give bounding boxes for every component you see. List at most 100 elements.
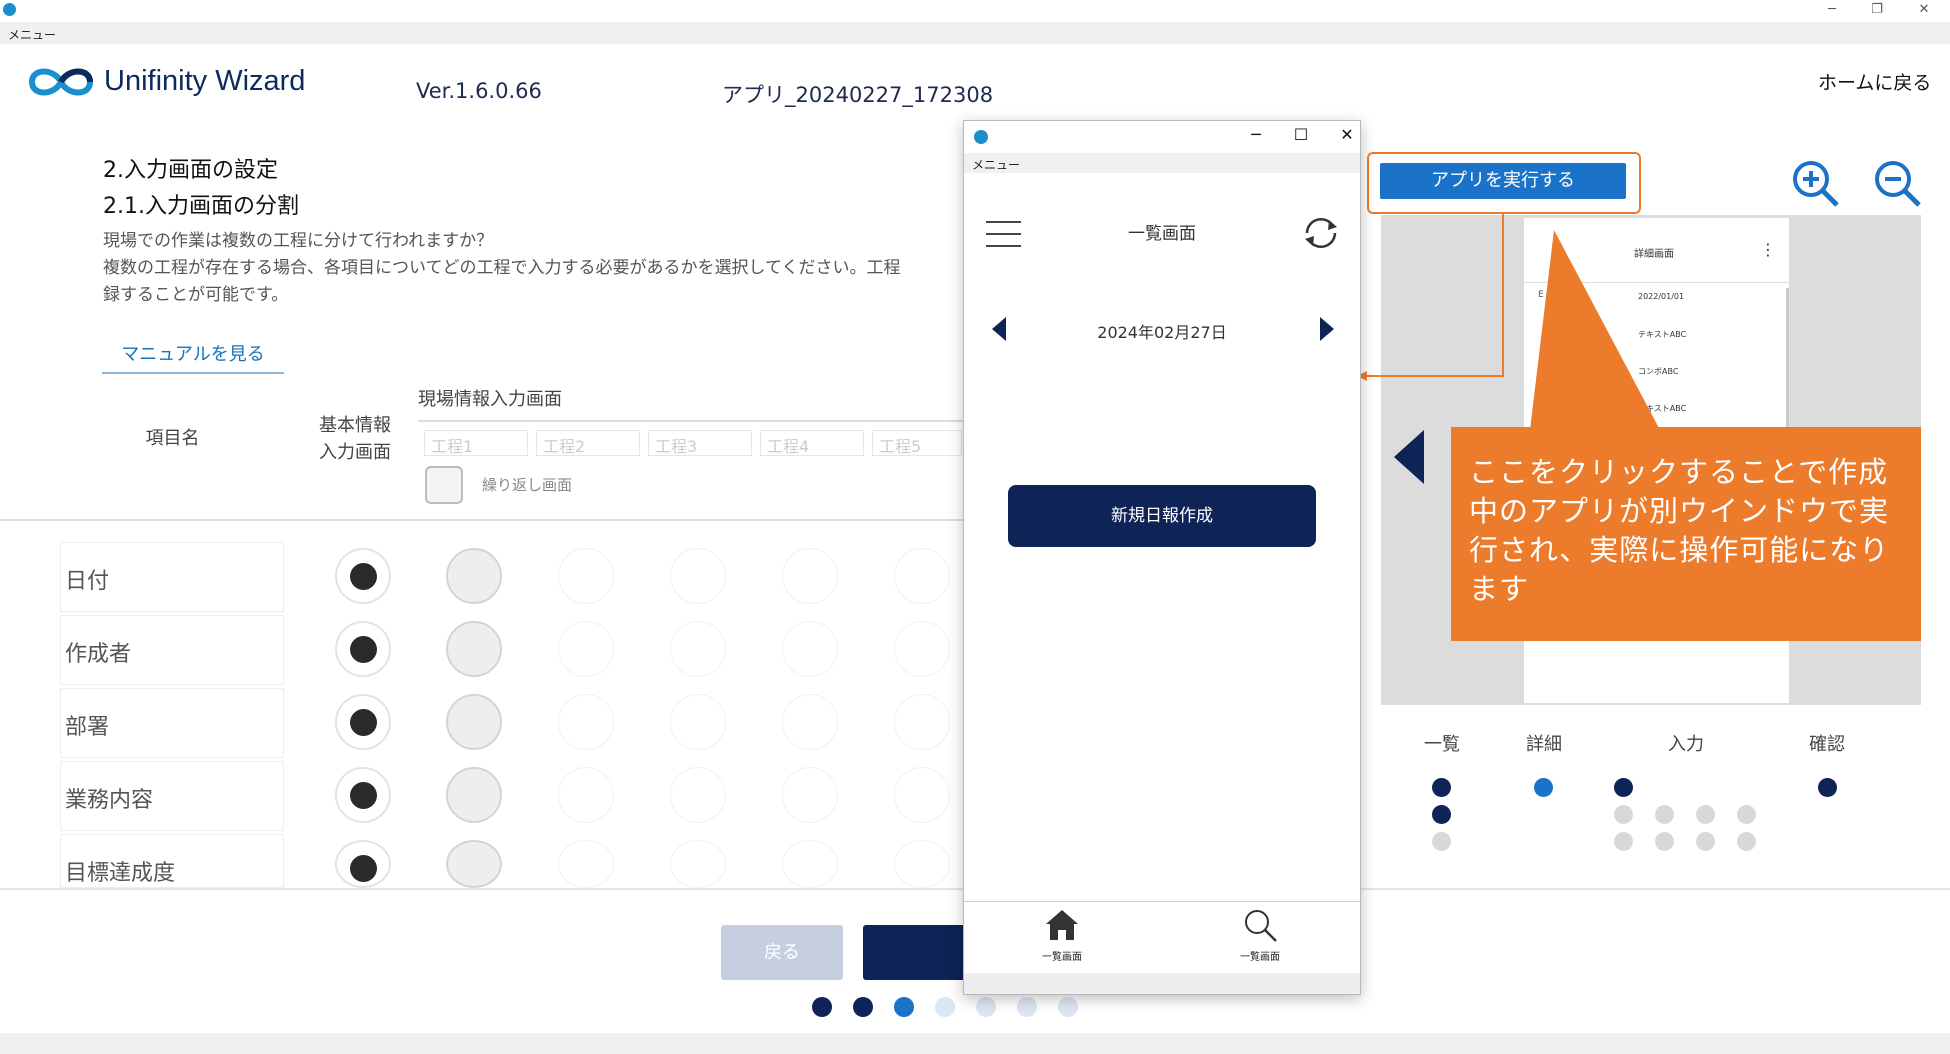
step-field[interactable]: 工程4: [760, 430, 864, 456]
refresh-icon[interactable]: [1299, 213, 1343, 253]
new-report-button[interactable]: 新規日報作成: [1008, 485, 1316, 547]
description-line: 録することが可能です。: [103, 285, 289, 305]
progress-dot: [1058, 997, 1078, 1017]
section-subtitle: 2.1.入力画面の分割: [103, 194, 299, 219]
close-icon[interactable]: ✕: [1909, 0, 1939, 20]
legend-dot: [1818, 778, 1837, 797]
logo: Unifinity Wizard: [26, 60, 326, 104]
app-icon: [3, 3, 16, 16]
next-button[interactable]: [863, 925, 968, 980]
basic-info-radio[interactable]: [335, 694, 391, 750]
legend-label: 入力: [1668, 734, 1704, 755]
app-popup-window: ─ ☐ ✕ メニュー 一覧画面 2024年02月27日 新規日報作成 一覧画面 …: [963, 120, 1361, 995]
step-radio[interactable]: [894, 840, 950, 888]
nav-home[interactable]: 一覧画面: [1022, 908, 1102, 968]
step-radio[interactable]: [558, 840, 614, 888]
callout-pointer: [1530, 230, 1660, 430]
repeat-radio[interactable]: [446, 767, 502, 823]
scrollbar[interactable]: [1786, 288, 1789, 428]
step-radio[interactable]: [782, 621, 838, 677]
restore-icon[interactable]: ❐: [1862, 0, 1892, 20]
step-radio[interactable]: [558, 767, 614, 823]
repeat-radio[interactable]: [446, 621, 502, 677]
step-radio[interactable]: [782, 767, 838, 823]
bottom-nav: 一覧画面 一覧画面: [964, 901, 1360, 973]
callout-text: ここをクリックすることで作成中のアプリが別ウインドウで実行され、実際に操作可能に…: [1451, 427, 1921, 641]
next-date-icon[interactable]: [1318, 316, 1336, 342]
step-field[interactable]: 工程3: [648, 430, 752, 456]
repeat-radio[interactable]: [446, 694, 502, 750]
infinity-logo-icon: [28, 68, 94, 96]
step-field[interactable]: 工程2: [536, 430, 640, 456]
step-radio[interactable]: [670, 840, 726, 888]
row-label: 作成者: [60, 615, 284, 685]
nav-label: 一覧画面: [1240, 952, 1280, 963]
manual-link[interactable]: マニュアルを見る: [102, 338, 284, 374]
step-field[interactable]: 工程5: [872, 430, 962, 456]
basic-info-radio[interactable]: [335, 548, 391, 604]
menu-item[interactable]: メニュー: [8, 28, 56, 42]
row-label: 日付: [60, 542, 284, 612]
column-header-basic: 基本情報 入力画面: [319, 415, 391, 463]
legend-dot: [1432, 778, 1451, 797]
legend-label: 確認: [1809, 734, 1845, 755]
more-icon[interactable]: ⋮: [1760, 240, 1776, 259]
status-strip: [0, 1033, 1950, 1054]
step-radio[interactable]: [670, 621, 726, 677]
minimize-icon[interactable]: ─: [1817, 0, 1847, 20]
step-radio[interactable]: [670, 548, 726, 604]
step-radio[interactable]: [670, 767, 726, 823]
basic-info-radio[interactable]: [335, 621, 391, 677]
step-radio[interactable]: [894, 621, 950, 677]
step-radio[interactable]: [894, 548, 950, 604]
repeat-label: 繰り返し画面: [482, 476, 573, 494]
progress-dot: [894, 997, 914, 1017]
nav-search[interactable]: 一覧画面: [1220, 908, 1300, 968]
minimize-icon[interactable]: ─: [1241, 125, 1271, 144]
section-title: 2.入力画面の設定: [103, 158, 278, 183]
radio-selected-dot: [350, 563, 377, 590]
basic-info-radio[interactable]: [335, 840, 391, 888]
preview-prev-arrow-icon[interactable]: [1392, 428, 1426, 486]
popup-titlebar: ─ ☐ ✕: [964, 121, 1360, 153]
step-radio[interactable]: [894, 767, 950, 823]
home-icon: [1046, 910, 1078, 940]
popup-status-bar: [964, 973, 1360, 994]
repeat-checkbox[interactable]: [425, 466, 463, 504]
progress-dot: [812, 997, 832, 1017]
close-icon[interactable]: ✕: [1332, 125, 1362, 144]
step-radio[interactable]: [670, 694, 726, 750]
column-header-item: 項目名: [145, 428, 200, 449]
logo-text: Unifinity Wizard: [104, 65, 306, 97]
zoom-out-icon[interactable]: [1872, 158, 1924, 210]
radio-selected-dot: [350, 709, 377, 736]
home-link[interactable]: ホームに戻る: [1818, 68, 1931, 95]
row-label: 業務内容: [60, 761, 284, 831]
repeat-radio[interactable]: [446, 840, 502, 888]
step-radio[interactable]: [558, 694, 614, 750]
repeat-radio[interactable]: [446, 548, 502, 604]
description-line: 現場での作業は複数の工程に分けて行われますか？: [103, 231, 494, 251]
step-radio[interactable]: [558, 621, 614, 677]
legend-dot: [1614, 832, 1633, 851]
step-radio[interactable]: [782, 840, 838, 888]
zoom-in-icon[interactable]: [1790, 158, 1842, 210]
legend-label: 詳細: [1526, 734, 1562, 755]
step-radio[interactable]: [894, 694, 950, 750]
step-radio[interactable]: [558, 548, 614, 604]
search-icon: [1245, 910, 1277, 942]
legend-dot: [1614, 805, 1633, 824]
run-app-button[interactable]: アプリを実行する: [1380, 163, 1626, 199]
basic-info-radio[interactable]: [335, 767, 391, 823]
back-button[interactable]: 戻る: [721, 925, 843, 980]
legend-dot: [1432, 805, 1451, 824]
menu-item[interactable]: メニュー: [972, 158, 1020, 172]
legend-dot: [1614, 778, 1633, 797]
step-radio[interactable]: [782, 694, 838, 750]
step-radio[interactable]: [782, 548, 838, 604]
step-field[interactable]: 工程1: [424, 430, 528, 456]
legend-dot: [1696, 832, 1715, 851]
maximize-icon[interactable]: ☐: [1286, 125, 1316, 144]
legend-dot: [1655, 805, 1674, 824]
row-label: 目標達成度: [60, 834, 284, 888]
